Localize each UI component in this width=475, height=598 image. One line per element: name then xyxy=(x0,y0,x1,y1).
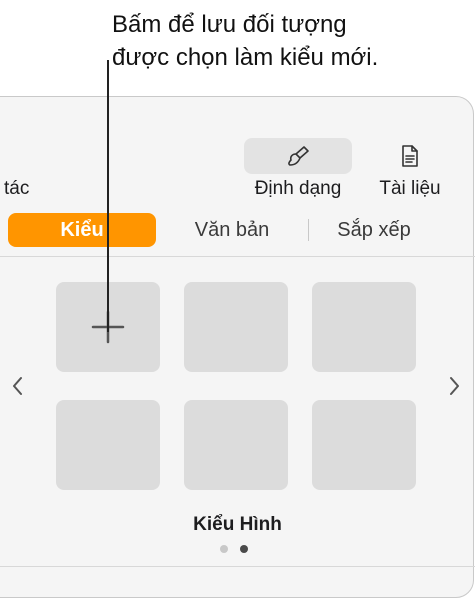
style-tile[interactable] xyxy=(312,400,416,490)
style-tile[interactable] xyxy=(184,400,288,490)
toolbar-partial-label: tác xyxy=(4,178,30,199)
chevron-right-icon xyxy=(450,377,459,395)
document-button-iconwrap xyxy=(356,138,464,174)
chevron-left-icon xyxy=(13,377,22,395)
format-button[interactable]: Định dạng xyxy=(244,138,352,200)
style-tile[interactable] xyxy=(184,282,288,372)
callout-pointer-line xyxy=(107,60,109,332)
page-dot[interactable] xyxy=(220,545,228,553)
callout-line-2: được chọn làm kiểu mới. xyxy=(112,44,379,71)
document-button[interactable]: Tài liệu xyxy=(356,138,464,200)
bottom-divider xyxy=(0,566,475,567)
previous-page-button[interactable] xyxy=(6,370,30,402)
format-button-highlight xyxy=(244,138,352,174)
paintbrush-icon xyxy=(288,146,309,166)
style-page-title: Kiểu Hình xyxy=(193,514,282,535)
page-dot-current[interactable] xyxy=(240,545,248,553)
inspector-tabs: Kiểu Văn bản Sắp xếp xyxy=(4,210,444,250)
tab-text[interactable]: Văn bản xyxy=(156,213,308,247)
style-tile[interactable] xyxy=(56,400,160,490)
next-page-button[interactable] xyxy=(442,370,466,402)
tab-arrange[interactable]: Sắp xếp xyxy=(309,213,439,247)
tab-style[interactable]: Kiểu xyxy=(8,213,156,247)
callout-text: Bấm để lưu đối tượng được chọn làm kiểu … xyxy=(112,8,462,74)
document-icon xyxy=(402,145,418,167)
tabs-divider xyxy=(0,256,475,257)
page-indicator xyxy=(220,545,248,553)
style-tile[interactable] xyxy=(312,282,416,372)
callout-line-1: Bấm để lưu đối tượng xyxy=(112,11,347,38)
format-button-label: Định dạng xyxy=(254,178,342,199)
document-button-label: Tài liệu xyxy=(379,178,441,199)
